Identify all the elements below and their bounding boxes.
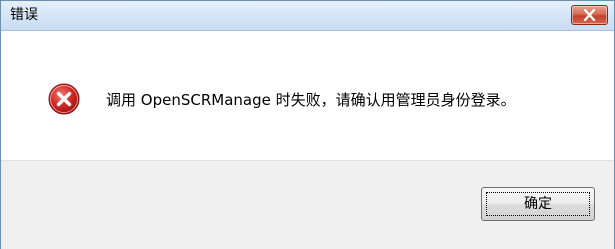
close-button[interactable]: [571, 5, 608, 25]
button-area: 确定: [1, 160, 614, 249]
dialog-content: 调用 OpenSCRManage 时失败，请确认用管理员身份登录。: [1, 31, 614, 160]
title-bar[interactable]: 错误: [1, 1, 614, 31]
ok-button[interactable]: 确定: [481, 187, 595, 221]
error-message: 调用 OpenSCRManage 时失败，请确认用管理员身份登录。: [106, 91, 516, 109]
error-dialog-window: 错误 调用 OpenSCRManage 时失败，请确认用管理员身份登录。 确定: [0, 0, 615, 249]
window-title: 错误: [10, 7, 38, 23]
close-icon: [583, 9, 596, 21]
error-icon: [48, 83, 80, 115]
ok-button-label: 确定: [524, 196, 552, 212]
